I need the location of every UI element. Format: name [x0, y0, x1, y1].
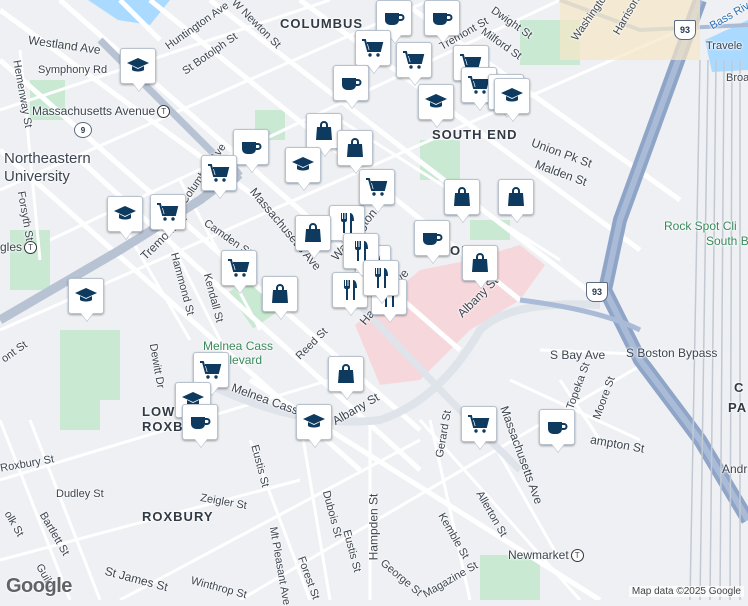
map-pin-coffee[interactable] [414, 220, 450, 256]
coffee-icon [339, 71, 363, 95]
map-pin-cart[interactable] [359, 169, 395, 205]
map-pin-cart[interactable] [355, 30, 391, 66]
bag-icon [334, 362, 358, 386]
graduation-cap-icon [500, 84, 524, 108]
cart-icon [467, 412, 491, 436]
route-93-shield: 93 [586, 282, 608, 302]
coffee-icon [430, 6, 454, 30]
graduation-cap-icon [291, 153, 315, 177]
cart-icon [365, 175, 389, 199]
cart-icon [199, 358, 223, 382]
restaurant-icon [335, 211, 359, 235]
map-pin-cart[interactable] [150, 194, 186, 230]
graduation-cap-icon [424, 90, 448, 114]
map-pin-graduation-cap[interactable] [296, 404, 332, 440]
map-pin-graduation-cap[interactable] [285, 147, 321, 183]
graduation-cap-icon [74, 284, 98, 308]
cart-icon [361, 36, 385, 60]
google-logo: Google [6, 575, 72, 597]
coffee-icon [239, 135, 263, 159]
map-pin-coffee[interactable] [424, 0, 460, 36]
cart-icon [207, 161, 231, 185]
graduation-cap-icon [113, 202, 137, 226]
route-93-shield: 93 [674, 20, 696, 40]
map-pin-bag[interactable] [337, 130, 373, 166]
map-pin-graduation-cap[interactable] [494, 78, 530, 114]
bag-icon [504, 185, 528, 209]
map-pin-graduation-cap[interactable] [418, 84, 454, 120]
coffee-icon [545, 415, 569, 439]
map-pin-bag[interactable] [295, 215, 331, 251]
bag-icon [450, 185, 474, 209]
map-pin-cart[interactable] [201, 155, 237, 191]
map-pin-coffee[interactable] [539, 409, 575, 445]
restaurant-icon [338, 278, 362, 302]
map-pin-cart[interactable] [221, 250, 257, 286]
map-pin-bag[interactable] [462, 245, 498, 281]
map-pin-bag[interactable] [444, 179, 480, 215]
restaurant-icon [369, 266, 393, 290]
map-pin-graduation-cap[interactable] [107, 196, 143, 232]
cart-icon [227, 256, 251, 280]
map-pin-coffee[interactable] [333, 65, 369, 101]
coffee-icon [420, 226, 444, 250]
map-pin-graduation-cap[interactable] [120, 48, 156, 84]
bag-icon [468, 251, 492, 275]
graduation-cap-icon [126, 54, 150, 78]
coffee-icon [382, 6, 406, 30]
map-pin-coffee[interactable] [233, 129, 269, 165]
map-pin-bag[interactable] [328, 356, 364, 392]
bag-icon [268, 282, 292, 306]
bag-icon [343, 136, 367, 160]
map-pin-cart[interactable] [461, 406, 497, 442]
map-pin-restaurant[interactable] [363, 260, 399, 296]
map-pin-cart[interactable] [396, 42, 432, 78]
map-pin-coffee[interactable] [182, 404, 218, 440]
graduation-cap-icon [302, 410, 326, 434]
bag-icon [312, 119, 336, 143]
bag-icon [301, 221, 325, 245]
coffee-icon [188, 410, 212, 434]
map-pin-bag[interactable] [262, 276, 298, 312]
route-9-shield: 9 [74, 122, 92, 138]
cart-icon [402, 48, 426, 72]
map-pin-graduation-cap[interactable] [68, 278, 104, 314]
cart-icon [156, 200, 180, 224]
map-attribution[interactable]: Map data ©2025 Google [628, 586, 744, 597]
map-pin-bag[interactable] [498, 179, 534, 215]
